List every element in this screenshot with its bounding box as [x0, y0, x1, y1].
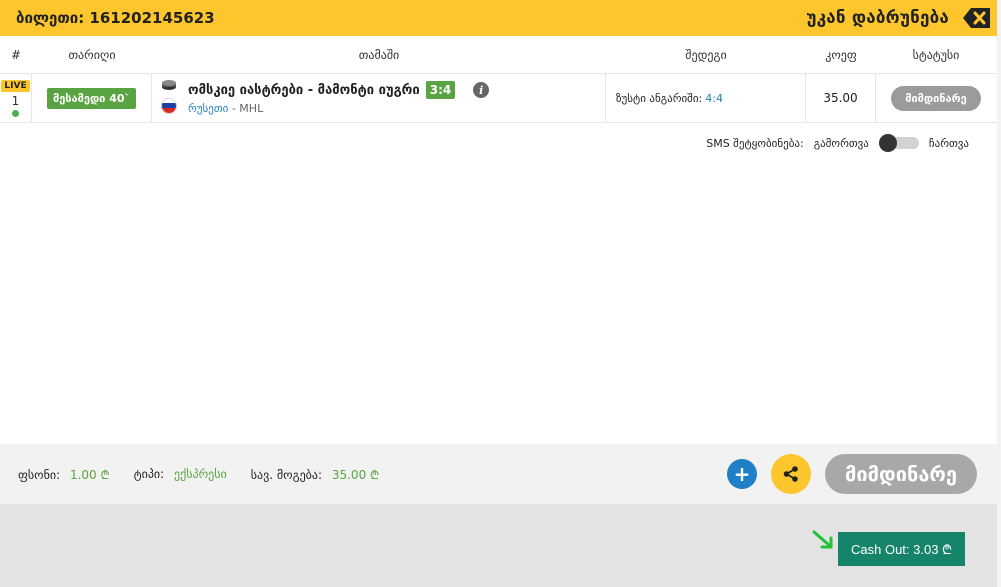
period-badge: მესამედი 40` [46, 87, 137, 109]
status-badge: მიმდინარე [891, 85, 981, 111]
status-button[interactable]: მიმდინარე [825, 454, 977, 494]
col-header-odd: კოეფ [825, 47, 857, 62]
league-name: - MHL [231, 102, 264, 115]
add-button[interactable]: + [727, 459, 758, 489]
ticket-content: # თარიღი თამაში შედეგი კოეფ სტატუსი LIVE… [0, 36, 997, 444]
back-control[interactable]: უკან დაბრუნება [806, 7, 991, 29]
sms-notification-row: SMS შეტყობინება: გამორთვა ჩართვა [706, 134, 969, 152]
close-x-icon[interactable] [963, 7, 991, 29]
cashout-area: Cash Out: 3.03 ₾ [812, 530, 966, 566]
live-dot-icon [12, 109, 19, 117]
russia-flag-icon [161, 98, 177, 117]
result-label: ზუსტი ანგარიში: [616, 91, 703, 105]
potential-value: 35.00 ₾ [331, 467, 380, 482]
row-number: 1 [11, 93, 20, 108]
sms-label: SMS შეტყობინება: [706, 136, 804, 150]
type-value: ექსპრესი [174, 467, 227, 481]
type-info: ტიპი: ექსპრესი [134, 467, 227, 481]
col-header-date: თარიღი [68, 47, 116, 62]
result-value: 4:4 [705, 91, 723, 105]
potential-win-info: სავ. მოგება: 35.00 ₾ [251, 466, 380, 483]
hockey-puck-icon [161, 79, 177, 94]
league-country: რუსეთი [188, 102, 229, 115]
col-header-result: შედეგი [685, 47, 727, 62]
sms-off-label: გამორთვა [813, 136, 869, 150]
ticket-header: ბილეთი: 161202145623 უკან დაბრუნება [0, 0, 997, 36]
cashout-button[interactable]: Cash Out: 3.03 ₾ [838, 532, 966, 566]
col-header-status: სტატუსი [912, 47, 960, 62]
info-icon[interactable]: i [473, 82, 490, 98]
sms-on-label: ჩართვა [928, 136, 969, 150]
stake-info: ფსონი: 1.00 ₾ [18, 466, 110, 483]
potential-label: სავ. მოგება: [250, 467, 323, 482]
live-badge: LIVE [1, 79, 30, 92]
green-arrow-icon [812, 530, 833, 549]
date-cell: მესამედი 40` [32, 74, 152, 122]
scrollbar[interactable] [997, 0, 1001, 587]
game-cell: ომსკიე იასტრები - მამონტი იუგრი 3:4 i რუ… [152, 74, 606, 122]
table-header: # თარიღი თამაში შედეგი კოეფ სტატუსი [0, 36, 997, 74]
ticket-title: ბილეთი: 161202145623 [16, 9, 215, 27]
type-label: ტიპი: [133, 467, 165, 481]
toggle-knob[interactable] [878, 134, 897, 152]
stake-value: 1.00 ₾ [69, 467, 110, 482]
back-label[interactable]: უკან დაბრუნება [806, 8, 949, 28]
share-button[interactable] [771, 454, 812, 494]
share-icon [783, 466, 798, 482]
table-row: LIVE 1 მესამედი 40` ომსკიე იასტრები - მა… [0, 74, 997, 123]
col-header-number: # [10, 47, 22, 62]
stake-label: ფსონი: [18, 467, 61, 482]
sms-toggle[interactable] [878, 134, 919, 152]
score-badge: 3:4 [425, 81, 456, 99]
result-cell: ზუსტი ანგარიში: 4:4 [606, 74, 806, 122]
odd-cell: 35.00 [806, 74, 876, 122]
col-header-game: თამაში [358, 47, 400, 62]
row-number-cell: LIVE 1 [0, 74, 32, 122]
ticket-footer: ფსონი: 1.00 ₾ ტიპი: ექსპრესი სავ. მოგება… [0, 444, 997, 504]
status-cell: მიმდინარე [876, 74, 996, 122]
game-name: ომსკიე იასტრები - მამონტი იუგრი [188, 82, 420, 98]
